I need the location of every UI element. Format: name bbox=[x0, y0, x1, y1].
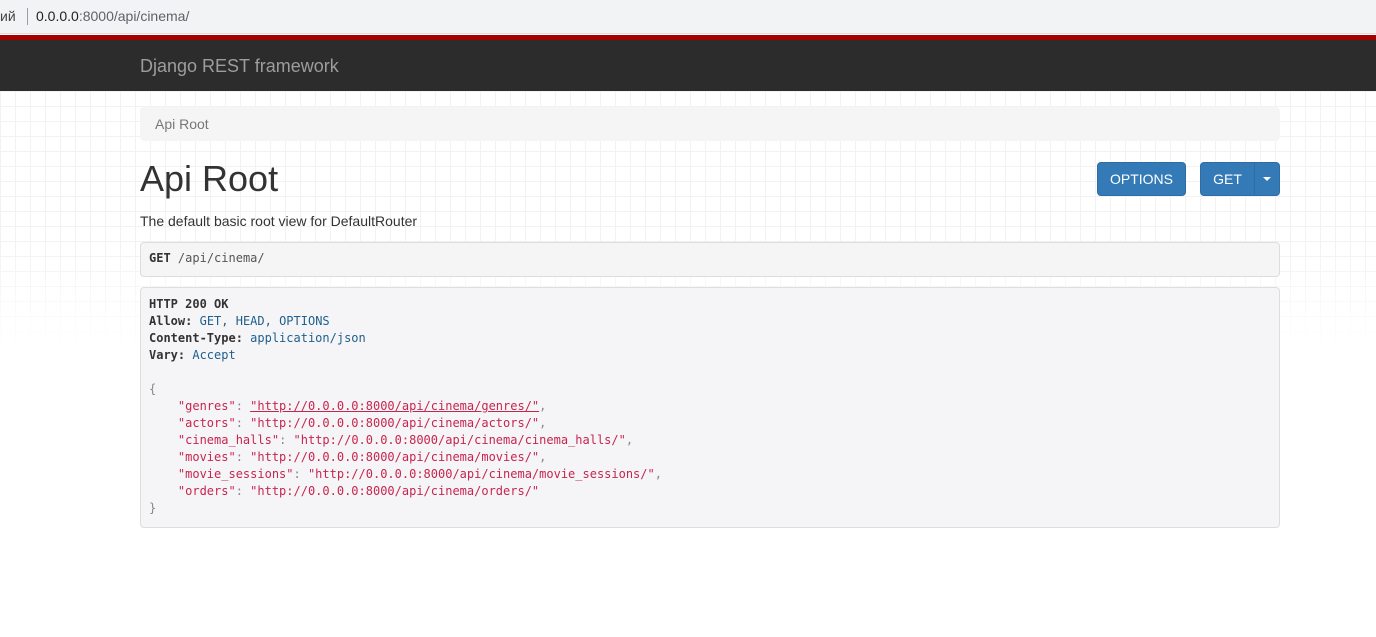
page-title: Api Root bbox=[140, 158, 279, 199]
response-info: HTTP 200 OK Allow: GET, HEAD, OPTIONS Cont… bbox=[140, 287, 1280, 528]
response-header: Content-Type: application/json bbox=[149, 330, 1271, 347]
response-status: HTTP 200 OK bbox=[149, 297, 229, 311]
request-path: /api/cinema/ bbox=[177, 251, 265, 265]
json-key: "cinema_halls" bbox=[177, 433, 280, 447]
json-entry: "orders": "http://0.0.0.0:8000/api/cinem… bbox=[177, 484, 540, 498]
request-info: GET /api/cinema/ bbox=[140, 242, 1280, 277]
get-format-dropdown-button[interactable] bbox=[1254, 162, 1280, 196]
breadcrumb-item-api-root[interactable]: Api Root bbox=[155, 116, 209, 132]
caret-down-icon bbox=[1263, 177, 1271, 181]
address-bar-divider bbox=[27, 8, 28, 25]
url-field[interactable]: 0.0.0.0:8000/api/cinema/ bbox=[36, 8, 189, 24]
header-key: Vary: bbox=[149, 348, 186, 362]
url-path: :8000/api/cinema/ bbox=[78, 8, 190, 24]
json-link-genres[interactable]: "http://0.0.0.0:8000/api/cinema/genres/" bbox=[250, 399, 539, 413]
json-link-movie-sessions[interactable]: "http://0.0.0.0:8000/api/cinema/movie_se… bbox=[308, 467, 655, 481]
page-description: The default basic root view for DefaultR… bbox=[140, 213, 418, 229]
json-key: "orders" bbox=[177, 484, 236, 498]
options-button[interactable]: OPTIONS bbox=[1097, 162, 1186, 196]
json-open-brace: { bbox=[149, 382, 157, 396]
json-entry: "cinema_halls": "http://0.0.0.0:8000/api… bbox=[177, 433, 634, 447]
json-link-movies[interactable]: "http://0.0.0.0:8000/api/cinema/movies/" bbox=[250, 450, 539, 464]
json-entry: "genres": "http://0.0.0.0:8000/api/cinem… bbox=[177, 399, 547, 413]
tab-title-fragment[interactable]: ий bbox=[0, 8, 16, 24]
header-value: GET, HEAD, OPTIONS bbox=[199, 314, 330, 328]
browser-address-bar: ий 0.0.0.0:8000/api/cinema/ bbox=[0, 0, 1376, 34]
json-key: "actors" bbox=[177, 416, 236, 430]
json-entry: "movies": "http://0.0.0.0:8000/api/cinem… bbox=[177, 450, 547, 464]
json-close-brace: } bbox=[149, 501, 157, 515]
header-key: Allow: bbox=[149, 314, 193, 328]
json-link-cinema-halls[interactable]: "http://0.0.0.0:8000/api/cinema/cinema_h… bbox=[294, 433, 626, 447]
json-link-orders[interactable]: "http://0.0.0.0:8000/api/cinema/orders/" bbox=[250, 484, 539, 498]
navbar: Django REST framework bbox=[0, 40, 1376, 91]
header-key: Content-Type: bbox=[149, 331, 243, 345]
response-header: Vary: Accept bbox=[149, 347, 1271, 364]
json-entry: "actors": "http://0.0.0.0:8000/api/cinem… bbox=[177, 416, 547, 430]
json-key: "movie_sessions" bbox=[177, 467, 294, 481]
response-header: Allow: GET, HEAD, OPTIONS bbox=[149, 313, 1271, 330]
breadcrumb: Api Root bbox=[140, 107, 1280, 141]
navbar-brand-link[interactable]: Django REST framework bbox=[140, 56, 339, 77]
header-value: application/json bbox=[250, 331, 366, 345]
json-key: "movies" bbox=[177, 450, 236, 464]
header-value: Accept bbox=[192, 348, 236, 362]
url-host: 0.0.0.0 bbox=[36, 8, 79, 24]
get-button[interactable]: GET bbox=[1200, 162, 1255, 196]
request-method: GET bbox=[149, 251, 171, 265]
json-key: "genres" bbox=[177, 399, 236, 413]
json-link-actors[interactable]: "http://0.0.0.0:8000/api/cinema/actors/" bbox=[250, 416, 539, 430]
json-entry: "movie_sessions": "http://0.0.0.0:8000/a… bbox=[177, 467, 662, 481]
